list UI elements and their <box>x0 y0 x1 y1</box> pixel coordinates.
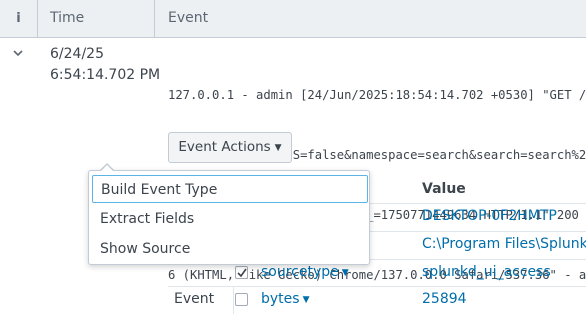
field-group-label: Event <box>174 291 215 307</box>
bytes-checkbox[interactable] <box>235 293 248 306</box>
info-column-header: i <box>0 0 38 37</box>
divider <box>168 286 586 287</box>
caret-down-icon: ▼ <box>341 268 349 278</box>
field-value-sourcetype[interactable]: splunkd_ui_access <box>422 264 551 280</box>
field-name-sourcetype[interactable]: sourcetype ▼ <box>261 264 349 280</box>
value-column-header: Value <box>422 181 466 197</box>
field-name-bytes[interactable]: bytes ▼ <box>261 291 310 307</box>
menu-arrow-fill <box>101 165 113 171</box>
field-value-source[interactable]: C:\Program Files\Splunk\va <box>422 236 586 252</box>
event-actions-button[interactable]: Event Actions ▼ <box>168 132 292 163</box>
raw-line: 127.0.0.1 - admin [24/Jun/2025:18:54:14.… <box>168 88 586 102</box>
menu-item-extract-fields[interactable]: Extract Fields <box>89 205 369 233</box>
sourcetype-checkbox[interactable] <box>235 266 248 279</box>
collapse-chevron-icon[interactable] <box>11 46 25 60</box>
event-actions-menu: Build Event Type Extract Fields Show Sou… <box>88 170 370 265</box>
field-value-bytes[interactable]: 25894 <box>422 291 467 307</box>
event-column-header: Event <box>168 10 209 26</box>
event-time: 6/24/25 6:54:14.702 PM <box>50 44 160 86</box>
field-value-host[interactable]: DESKTOP-0F2HMTP <box>422 208 557 224</box>
menu-item-build-event-type[interactable]: Build Event Type <box>92 175 368 203</box>
caret-down-icon: ▼ <box>274 143 282 153</box>
event-date: 6/24/25 <box>50 46 104 62</box>
divider <box>233 286 234 314</box>
results-table-header: i Time Event <box>0 0 586 38</box>
event-actions-label: Event Actions <box>178 139 271 155</box>
event-clock: 6:54:14.702 PM <box>50 67 161 83</box>
caret-down-icon: ▼ <box>302 295 310 305</box>
time-column-header[interactable]: Time <box>38 0 155 37</box>
checkmark-icon <box>237 268 247 278</box>
menu-item-show-source[interactable]: Show Source <box>89 235 369 263</box>
